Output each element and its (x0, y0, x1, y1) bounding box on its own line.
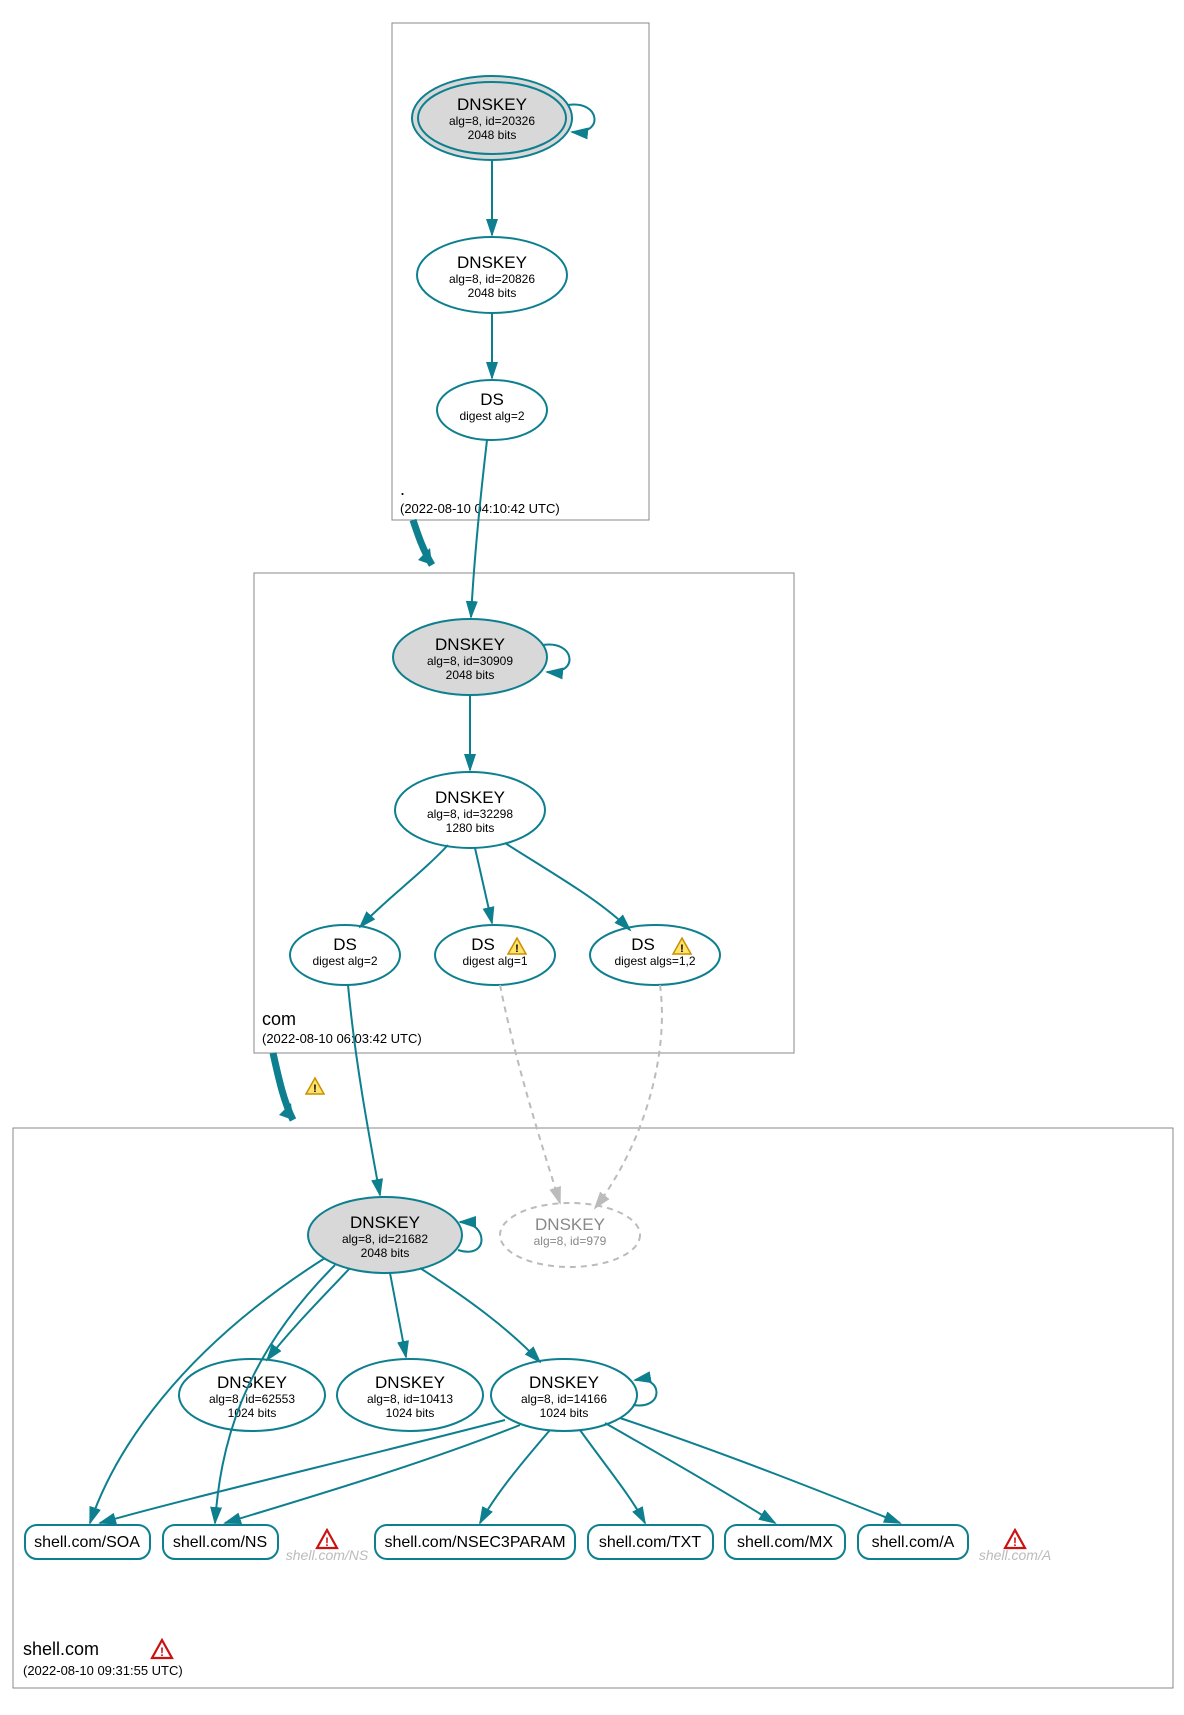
zone-shell-error-icon (152, 1640, 172, 1659)
root-ksk-l1: alg=8, id=20326 (449, 114, 535, 128)
zone-com-ts: (2022-08-10 06:03:42 UTC) (262, 1031, 422, 1046)
shell-k3-title: DNSKEY (529, 1373, 599, 1392)
shell-k2-l1: alg=8, id=10413 (367, 1392, 453, 1406)
rr-a-label: shell.com/A (872, 1534, 955, 1551)
edge-k3-ns (225, 1425, 520, 1523)
com-ds3-title: DS (631, 935, 655, 954)
zone-root-label: . (400, 479, 405, 499)
shell-k1-title: DNSKEY (217, 1373, 287, 1392)
shell-ksk-l1: alg=8, id=21682 (342, 1232, 428, 1246)
shell-ksk-title: DNSKEY (350, 1213, 420, 1232)
shell-k3-l2: 1024 bits (540, 1406, 589, 1420)
edge-k3-soa (100, 1420, 505, 1523)
shell-ghost-title: DNSKEY (535, 1215, 605, 1234)
shell-k2-l2: 1024 bits (386, 1406, 435, 1420)
rr-mx-label: shell.com/MX (737, 1534, 833, 1551)
rr-ns-label: shell.com/NS (173, 1534, 267, 1551)
root-zsk-l1: alg=8, id=20826 (449, 272, 535, 286)
com-ds1-title: DS (333, 935, 357, 954)
com-ksk-title: DNSKEY (435, 635, 505, 654)
zone-shell-ts: (2022-08-10 09:31:55 UTC) (23, 1663, 183, 1678)
rr-ns-ghost-label: shell.com/NS (286, 1547, 369, 1563)
edge-k3-mx (605, 1423, 775, 1523)
com-ksk-l2: 2048 bits (446, 668, 495, 682)
edge-shellksk-k1 (267, 1268, 350, 1360)
com-zsk-l1: alg=8, id=32298 (427, 807, 513, 821)
root-ds-l1: digest alg=2 (459, 409, 524, 423)
edge-shellksk-k3 (420, 1268, 540, 1362)
root-ksk-l2: 2048 bits (468, 128, 517, 142)
shell-k1-l1: alg=8, id=62553 (209, 1392, 295, 1406)
edge-k3-a (620, 1418, 900, 1523)
com-ds3-l1: digest algs=1,2 (614, 954, 695, 968)
edge-rootds-comksk (471, 440, 487, 617)
zone-shell-label: shell.com (23, 1639, 99, 1659)
com-zsk-title: DNSKEY (435, 788, 505, 807)
edge-k3-n3p (480, 1430, 550, 1523)
root-zsk-l2: 2048 bits (468, 286, 517, 300)
root-ksk-title: DNSKEY (457, 95, 527, 114)
edge-comds1-shellksk (348, 985, 380, 1195)
zone-com-label: com (262, 1009, 296, 1029)
shell-ksk-l2: 2048 bits (361, 1246, 410, 1260)
com-ds2-title: DS (471, 935, 495, 954)
dnssec-graph: ! ! . (2022-08-10 04:10:42 UTC) DNSKEY a… (0, 0, 1184, 1715)
rr-soa-label: shell.com/SOA (34, 1534, 140, 1551)
com-ksk-l1: alg=8, id=30909 (427, 654, 513, 668)
shell-k2-title: DNSKEY (375, 1373, 445, 1392)
rr-txt-label: shell.com/TXT (599, 1534, 701, 1551)
edge-comzsk-ds3 (505, 843, 630, 930)
edge-comzsk-ds2 (475, 848, 492, 923)
com-ds2-l1: digest alg=1 (462, 954, 527, 968)
edge-k3-txt (580, 1430, 645, 1523)
edge-comzsk-ds1 (360, 845, 448, 927)
root-ds-title: DS (480, 390, 504, 409)
rr-a-ghost-label: shell.com/A (979, 1547, 1051, 1563)
rr-nsec3param-label: shell.com/NSEC3PARAM (384, 1534, 565, 1551)
com-ds1-l1: digest alg=2 (312, 954, 377, 968)
edge-comds3-ghost (595, 985, 662, 1208)
edge-comds2-ghost (500, 985, 560, 1203)
edge-shellksk-k2 (390, 1273, 406, 1357)
shell-k3-l1: alg=8, id=14166 (521, 1392, 607, 1406)
root-zsk-title: DNSKEY (457, 253, 527, 272)
com-zsk-l2: 1280 bits (446, 821, 495, 835)
delegation-warn-icon (306, 1078, 324, 1095)
shell-ghost-l1: alg=8, id=979 (534, 1234, 607, 1248)
